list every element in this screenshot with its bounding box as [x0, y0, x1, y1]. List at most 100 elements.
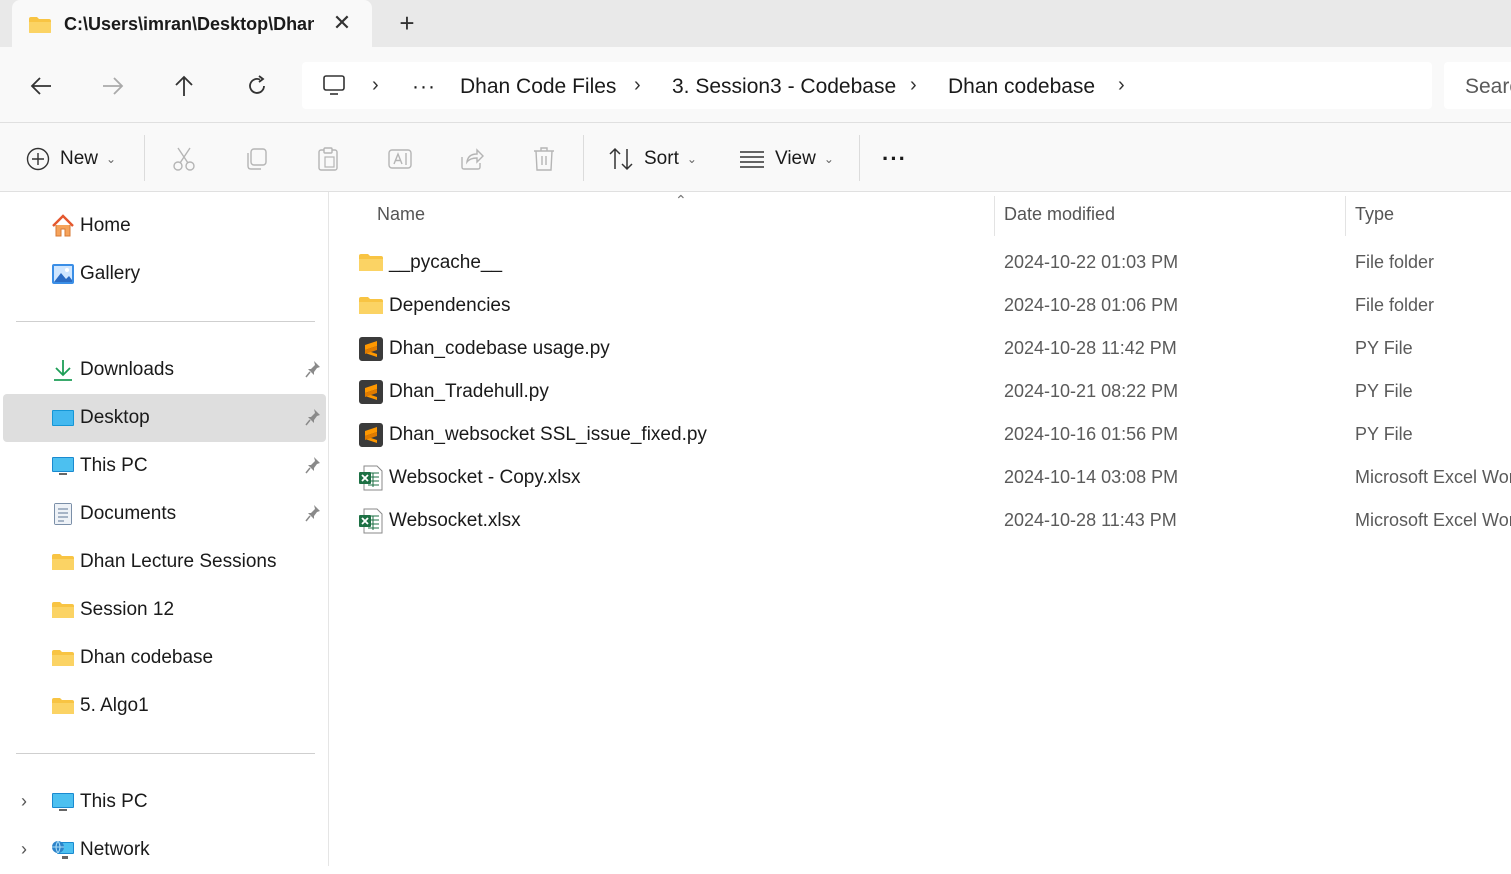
file-row[interactable]: Dhan_Tradehull.py 2024-10-21 08:22 PM PY…	[350, 372, 1511, 412]
chevron-down-icon: ⌄	[106, 152, 117, 166]
nav-label: 5. Algo1	[80, 695, 149, 716]
share-icon	[461, 148, 484, 170]
nav-label: This PC	[80, 791, 148, 812]
divider	[144, 135, 145, 181]
copy-button[interactable]	[242, 145, 270, 173]
nav-label: Downloads	[80, 359, 174, 380]
monitor-icon	[52, 457, 74, 475]
close-tab-button[interactable]: ✕	[330, 12, 354, 36]
tab-active[interactable]: C:\Users\imran\Desktop\Dhan ✕	[12, 0, 372, 47]
sort-button[interactable]: Sort ⌄	[608, 143, 697, 175]
file-row[interactable]: Dependencies 2024-10-28 01:06 PM File fo…	[350, 286, 1511, 326]
nav-item-this-pc-root[interactable]: › This PC	[3, 778, 326, 826]
nav-item-session-12[interactable]: Session 12	[3, 586, 326, 634]
file-name: Dhan_websocket SSL_issue_fixed.py	[389, 424, 707, 445]
chevron-right-icon: ›	[634, 74, 641, 96]
excel-file-icon	[359, 508, 383, 534]
trash-icon	[534, 147, 554, 171]
file-type: PY File	[1355, 338, 1413, 358]
nav-label: Documents	[80, 503, 177, 524]
column-header-date[interactable]: Date modified	[1004, 204, 1115, 225]
new-button[interactable]: New ⌄	[26, 143, 116, 175]
breadcrumb-item[interactable]: Dhan codebase	[948, 75, 1095, 99]
view-label: View	[775, 148, 816, 169]
delete-button[interactable]	[530, 145, 558, 173]
sublime-file-icon	[359, 337, 383, 361]
new-tab-button[interactable]: +	[394, 10, 420, 36]
rename-button[interactable]	[386, 145, 414, 173]
file-date: 2024-10-28 01:06 PM	[1004, 295, 1179, 315]
breadcrumb-item[interactable]: Dhan Code Files	[460, 75, 616, 99]
pin-icon[interactable]	[305, 360, 321, 378]
nav-item-desktop[interactable]: Desktop	[3, 394, 326, 442]
nav-item-home[interactable]: Home	[3, 202, 326, 250]
nav-item-gallery[interactable]: Gallery	[3, 250, 326, 298]
more-options-button[interactable]: ···	[882, 143, 907, 175]
column-divider[interactable]	[994, 196, 995, 236]
home-icon	[52, 214, 74, 237]
column-header-type[interactable]: Type	[1355, 204, 1394, 225]
nav-item-dhan-lecture-sessions[interactable]: Dhan Lecture Sessions	[3, 538, 326, 586]
monitor-icon	[323, 75, 345, 95]
chevron-right-icon: ›	[1118, 74, 1125, 96]
nav-label: Desktop	[80, 407, 150, 428]
paste-button[interactable]	[314, 145, 342, 173]
nav-item-this-pc[interactable]: This PC	[3, 442, 326, 490]
folder-icon	[29, 17, 51, 33]
back-button[interactable]	[26, 71, 56, 101]
up-button[interactable]	[169, 71, 199, 101]
file-row[interactable]: Dhan_codebase usage.py 2024-10-28 11:42 …	[350, 329, 1511, 369]
file-name: Websocket - Copy.xlsx	[389, 467, 581, 488]
nav-item-dhan-codebase[interactable]: Dhan codebase	[3, 634, 326, 682]
chevron-right-icon: ›	[910, 74, 917, 96]
folder-icon	[52, 602, 74, 618]
nav-item-documents[interactable]: Documents	[3, 490, 326, 538]
file-name: Dhan_codebase usage.py	[389, 338, 610, 359]
nav-item-downloads[interactable]: Downloads	[3, 346, 326, 394]
command-bar: New ⌄ Sort ⌄ View ⌄ ···	[0, 123, 1511, 192]
search-input[interactable]: Search	[1444, 62, 1511, 109]
chevron-right-icon[interactable]: ›	[21, 839, 27, 860]
file-row[interactable]: __pycache__ 2024-10-22 01:03 PM File fol…	[350, 243, 1511, 283]
file-row[interactable]: Dhan_websocket SSL_issue_fixed.py 2024-1…	[350, 415, 1511, 455]
sort-label: Sort	[644, 148, 679, 169]
chevron-right-icon[interactable]: ›	[21, 791, 27, 812]
search-placeholder: Search	[1465, 75, 1511, 98]
new-label: New	[60, 148, 99, 169]
tab-bar: C:\Users\imran\Desktop\Dhan ✕ +	[0, 0, 1511, 47]
nav-label: Home	[80, 215, 131, 236]
pin-icon[interactable]	[305, 408, 321, 426]
breadcrumb-overflow[interactable]: ···	[412, 75, 436, 99]
file-date: 2024-10-28 11:42 PM	[1004, 338, 1177, 358]
pin-icon[interactable]	[305, 456, 321, 474]
nav-item-network[interactable]: › Network	[3, 826, 326, 874]
view-list-icon	[740, 151, 764, 168]
file-row[interactable]: Websocket.xlsx 2024-10-28 11:43 PM Micro…	[350, 501, 1511, 541]
arrow-right-icon	[103, 77, 124, 95]
cut-button[interactable]	[170, 145, 198, 173]
excel-file-icon	[359, 465, 383, 491]
monitor-icon	[52, 793, 74, 811]
nav-label: Dhan codebase	[80, 647, 214, 668]
column-header-name[interactable]: Name	[377, 204, 425, 225]
file-row[interactable]: Websocket - Copy.xlsx 2024-10-14 03:08 P…	[350, 458, 1511, 498]
nav-label: Gallery	[80, 263, 141, 284]
file-date: 2024-10-22 01:03 PM	[1004, 252, 1179, 272]
view-button[interactable]: View ⌄	[739, 143, 834, 175]
file-type: PY File	[1355, 381, 1413, 401]
file-type: PY File	[1355, 424, 1413, 444]
forward-button[interactable]	[98, 71, 128, 101]
refresh-button[interactable]	[242, 71, 272, 101]
network-icon	[52, 840, 74, 859]
column-divider[interactable]	[1345, 196, 1346, 236]
address-bar[interactable]: › ··· Dhan Code Files › 3. Session3 - Co…	[302, 62, 1432, 109]
nav-item-algo1[interactable]: 5. Algo1	[3, 682, 326, 730]
tab-title: C:\Users\imran\Desktop\Dhan	[64, 14, 314, 34]
nav-label: This PC	[80, 455, 148, 476]
scissors-icon	[173, 147, 195, 171]
share-button[interactable]	[458, 145, 486, 173]
file-type: Microsoft Excel Worksheet	[1355, 467, 1511, 487]
pin-icon[interactable]	[305, 504, 321, 522]
breadcrumb-item[interactable]: 3. Session3 - Codebase	[672, 75, 896, 99]
file-name: __pycache__	[389, 252, 503, 273]
